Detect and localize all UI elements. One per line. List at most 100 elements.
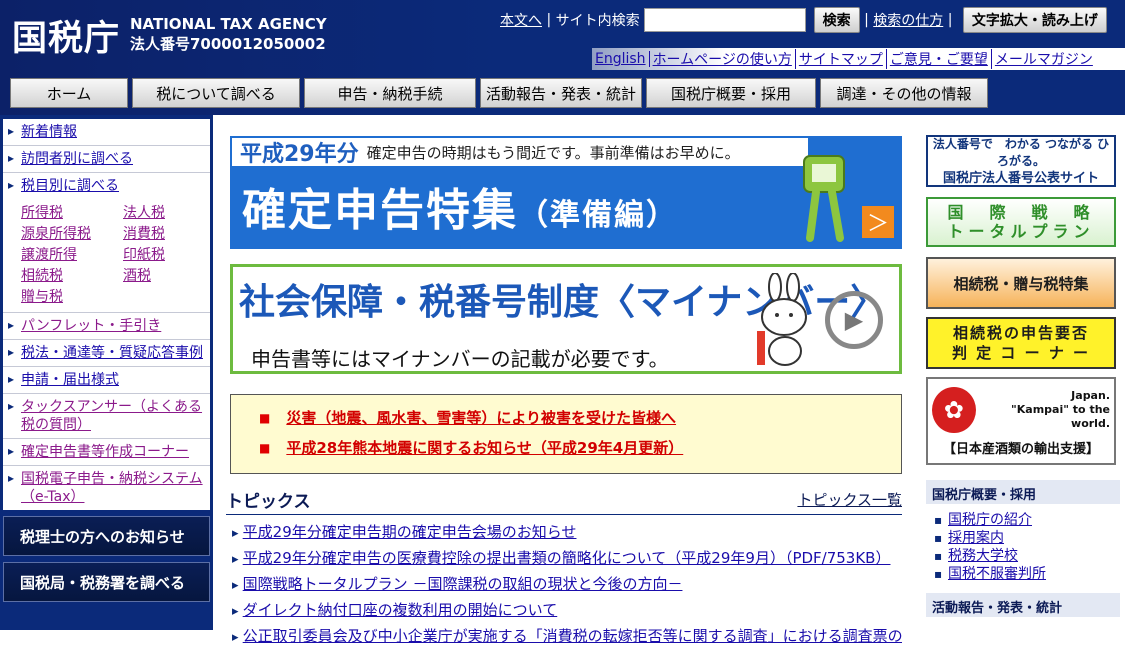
list-item[interactable]: 平成29年分確定申告の医療費控除の提出書類の簡略化について（平成29年9月）（P… [232, 546, 902, 572]
rabbit-mascot-icon [757, 273, 807, 366]
rb4-line2: 判 定 コ ー ナ ー [951, 344, 1091, 362]
banner-title: 確定申告特集（準備編） [242, 174, 678, 238]
tax-link-corporate[interactable]: 法人税 [123, 203, 203, 224]
sidebar-item-etax[interactable]: 国税電子申告・納税システム（e-Tax） [3, 466, 210, 510]
reports-section-heading: 活動報告・発表・統計 [926, 593, 1120, 617]
sidebar-item-tax-answer[interactable]: タックスアンサー（よくある税の質問） [3, 394, 210, 439]
header-tools: 本文へ | サイト内検索 検索 | 検索の仕方 | 文字拡大・読み上げ [500, 7, 1107, 33]
sidebar-item-return-creation[interactable]: 確定申告書等作成コーナー [3, 439, 210, 466]
about-links: 国税庁の紹介 採用案内 税務大学校 国税不服審判所 [932, 511, 1122, 583]
site-logo[interactable]: 国税庁 [12, 10, 120, 61]
rb2-line2: トータルプラン [947, 222, 1095, 241]
rb1-line2: 国税庁法人番号公表サイト [942, 170, 1099, 186]
nav-about[interactable]: 国税庁概要・採用 [646, 78, 816, 108]
main-content: 平成29年分 確定申告の時期はもう間近です。事前準備はお早めに。 確定申告特集（… [224, 115, 914, 645]
tax-link-inheritance[interactable]: 相続税 [21, 266, 123, 287]
banner-year: 平成29年分 [240, 142, 359, 167]
feedback-link[interactable]: ご意見・ご要望 [887, 49, 992, 69]
sake-flower-icon: ✿ [932, 387, 976, 433]
list-item[interactable]: 国際戦略トータルプラン －国際課税の取組の現状と今後の方向－ [232, 572, 902, 598]
text-size-button[interactable]: 文字拡大・読み上げ [962, 7, 1107, 33]
utility-links: English ホームページの使い方 サイトマップ ご意見・ご要望 メールマガジ… [592, 48, 1125, 70]
topics-header: トピックス トピックス一覧 [226, 487, 902, 515]
alert-link-kumamoto[interactable]: 平成28年熊本地震に関するお知らせ（平成29年4月更新） [286, 437, 683, 458]
inheritance-check-banner[interactable]: 相続税の申告要否 判 定 コ ー ナ ー [926, 317, 1116, 369]
search-input[interactable] [643, 8, 806, 32]
about-link-intro[interactable]: 国税庁の紹介 [932, 511, 1122, 529]
sitemap-link[interactable]: サイトマップ [796, 49, 887, 69]
search-label: サイト内検索 [555, 13, 640, 29]
sidebar-item-visitor[interactable]: 訪問者別に調べる [3, 146, 210, 173]
mail-magazine-link[interactable]: メールマガジン [992, 49, 1096, 69]
tax-type-grid: 所得税 法人税 源泉所得税 消費税 譲渡所得 印紙税 相続税 酒税 贈与税 [3, 199, 210, 313]
agency-english-name: NATIONAL TAX AGENCY [130, 15, 327, 33]
nav-filing[interactable]: 申告・納税手続 [304, 78, 476, 108]
sidebar-item-laws[interactable]: 税法・通達等・質疑応答事例 [3, 340, 210, 367]
mascot-illustration [803, 155, 845, 242]
sidebar-item-forms[interactable]: 申請・届出様式 [3, 367, 210, 394]
sidebar-item-news[interactable]: 新着情報 [3, 119, 210, 146]
alert-bullet-icon: ■ [259, 410, 271, 425]
list-item[interactable]: ダイレクト納付口座の複数利用の開始について [232, 598, 902, 624]
skip-to-content-link[interactable]: 本文へ [500, 10, 542, 30]
alert-bullet-icon: ■ [259, 440, 271, 455]
rb1-line1: 法人番号で わかる つながる ひろがる。 [932, 136, 1110, 168]
kampai-text: Japan. "Kampai" to the world. [976, 389, 1110, 431]
international-strategy-banner[interactable]: 国 際 戦 略 トータルプラン [926, 197, 1116, 247]
right-sidebar: 法人番号で わかる つながる ひろがる。 国税庁法人番号公表サイト 国 際 戦 … [924, 115, 1125, 630]
kampai-logo: ✿ Japan. "Kampai" to the world. [932, 387, 1110, 433]
search-help-link[interactable]: 検索の仕方 [873, 10, 943, 30]
topic-link[interactable]: ダイレクト納付口座の複数利用の開始について [243, 601, 558, 619]
sidebar-item-tax-type[interactable]: 税目別に調べる [3, 173, 210, 199]
tax-accountant-button[interactable]: 税理士の方へのお知らせ [3, 516, 210, 556]
inheritance-tax-banner[interactable]: 相続税・贈与税特集 [926, 257, 1116, 309]
banner-message: 確定申告の時期はもう間近です。事前準備はお早めに。 [366, 143, 740, 162]
left-sidebar: 新着情報 訪問者別に調べる 税目別に調べる 所得税 法人税 源泉所得税 消費税 … [0, 115, 213, 630]
tax-link-consumption[interactable]: 消費税 [123, 224, 203, 245]
nav-home[interactable]: ホーム [10, 78, 128, 108]
tax-link-stamp[interactable]: 印紙税 [123, 245, 203, 266]
corporate-number-site-banner[interactable]: 法人番号で わかる つながる ひろがる。 国税庁法人番号公表サイト [926, 135, 1116, 187]
banner-arrow-icon: ＞ [862, 206, 894, 238]
tax-link-gift[interactable]: 贈与税 [21, 287, 123, 308]
alert-item[interactable]: ■ 平成28年熊本地震に関するお知らせ（平成29年4月更新） [259, 437, 901, 458]
rb4-line1: 相続税の申告要否 [952, 324, 1089, 342]
tax-link-withholding[interactable]: 源泉所得税 [21, 224, 123, 245]
topic-link[interactable]: 平成29年分確定申告期の確定申告会場のお知らせ [243, 523, 577, 541]
alert-link-disaster[interactable]: 災害（地震、風水害、雪害等）により被害を受けた皆様へ [286, 407, 676, 428]
about-link-recruit[interactable]: 採用案内 [932, 529, 1122, 547]
about-link-college[interactable]: 税務大学校 [932, 547, 1122, 565]
kampai-banner[interactable]: ✿ Japan. "Kampai" to the world. 【日本産酒類の輸… [926, 377, 1116, 465]
nav-procurement[interactable]: 調達・その他の情報 [820, 78, 988, 108]
topic-link[interactable]: 国際戦略トータルプラン －国際課税の取組の現状と今後の方向－ [243, 575, 683, 593]
topic-link[interactable]: 平成29年分確定申告の医療費控除の提出書類の簡略化について（平成29年9月）（P… [243, 549, 891, 567]
tax-return-banner[interactable]: 平成29年分 確定申告の時期はもう間近です。事前準備はお早めに。 確定申告特集（… [230, 136, 902, 249]
topics-all-link[interactable]: トピックス一覧 [797, 489, 902, 510]
play-icon: ▶ [825, 291, 883, 349]
banner-header: 平成29年分 確定申告の時期はもう間近です。事前準備はお早めに。 [230, 136, 810, 168]
nav-reports[interactable]: 活動報告・発表・統計 [480, 78, 642, 108]
english-link[interactable]: English [592, 51, 650, 67]
list-item[interactable]: 平成29年分確定申告期の確定申告会場のお知らせ [232, 520, 902, 546]
mynumber-subtitle: 申告書等にはマイナンバーの記載が必要です。 [251, 347, 669, 371]
nav-tax-info[interactable]: 税について調べる [132, 78, 300, 108]
corporate-number: 法人番号7000012050002 [130, 35, 326, 53]
list-item[interactable]: 公正取引委員会及び中小企業庁が実施する「消費税の転嫁拒否等に関する調査」における… [232, 624, 902, 650]
alert-box: ■ 災害（地震、風水害、雪害等）により被害を受けた皆様へ ■ 平成28年熊本地震に関… [230, 394, 902, 474]
mynumber-banner[interactable]: 社会保障・税番号制度〈マイナンバー〉 申告書等にはマイナンバーの記載が必要です。… [230, 264, 902, 374]
agency-info: NATIONAL TAX AGENCY 法人番号7000012050002 [130, 14, 327, 54]
kampai-world: "Kampai" to the world. [1011, 403, 1110, 430]
tax-link-income[interactable]: 所得税 [21, 203, 123, 224]
tax-link-liquor[interactable]: 酒税 [123, 266, 203, 287]
topics-heading: トピックス [226, 492, 311, 512]
how-to-use-link[interactable]: ホームページの使い方 [650, 49, 796, 69]
sidebar-item-pamphlets[interactable]: パンフレット・手引き [3, 313, 210, 340]
about-section-heading: 国税庁概要・採用 [926, 480, 1120, 504]
global-nav: ホーム 税について調べる 申告・納税手続 活動報告・発表・統計 国税庁概要・採用… [10, 78, 992, 108]
find-office-button[interactable]: 国税局・税務署を調べる [3, 562, 210, 602]
rb2-line1: 国 際 戦 略 [947, 203, 1095, 222]
alert-item[interactable]: ■ 災害（地震、風水害、雪害等）により被害を受けた皆様へ [259, 407, 901, 428]
search-button[interactable]: 検索 [813, 7, 860, 33]
about-link-tribunal[interactable]: 国税不服審判所 [932, 565, 1122, 583]
tax-link-transfer[interactable]: 譲渡所得 [21, 245, 123, 266]
